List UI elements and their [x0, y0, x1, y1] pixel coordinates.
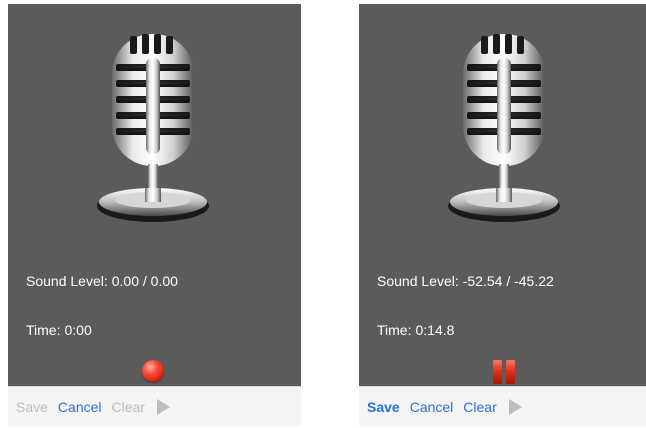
- sound-level-value: 0.00 / 0.00: [111, 273, 178, 289]
- toolbar: Save Cancel Clear: [8, 386, 301, 426]
- sound-level-label: Sound Level:: [26, 273, 108, 289]
- cancel-button[interactable]: Cancel: [410, 399, 454, 415]
- recorder-panel-recording: Sound Level: -52.54 / -45.22 Time: 0:14.8 …: [359, 4, 646, 426]
- toolbar: Save Cancel Clear: [359, 386, 646, 426]
- time-row: Time: 0:14.8: [377, 322, 454, 338]
- time-value: 0:00: [64, 322, 92, 338]
- microphone-icon: [448, 34, 560, 222]
- sound-level-value: -52.54 / -45.22: [462, 273, 554, 289]
- save-button[interactable]: Save: [367, 399, 400, 415]
- time-row: Time: 0:00: [26, 322, 92, 338]
- recorder-panel-idle: Sound Level: 0.00 / 0.00 Time: 0:00 Save C…: [8, 4, 301, 426]
- time-label: Time:: [26, 322, 61, 338]
- sound-level-label: Sound Level:: [377, 273, 459, 289]
- save-button[interactable]: Save: [16, 399, 48, 415]
- sound-level-row: Sound Level: 0.00 / 0.00: [26, 273, 178, 289]
- record-icon[interactable]: [142, 360, 164, 382]
- clear-button[interactable]: Clear: [463, 399, 496, 415]
- time-value: 0:14.8: [415, 322, 455, 338]
- play-icon[interactable]: [508, 398, 522, 415]
- microphone-icon: [97, 34, 209, 222]
- cancel-button[interactable]: Cancel: [58, 399, 102, 415]
- time-label: Time:: [377, 322, 412, 338]
- pause-icon[interactable]: [491, 360, 517, 384]
- clear-button[interactable]: Clear: [112, 399, 145, 415]
- sound-level-row: Sound Level: -52.54 / -45.22: [377, 273, 554, 289]
- play-icon[interactable]: [156, 398, 170, 415]
